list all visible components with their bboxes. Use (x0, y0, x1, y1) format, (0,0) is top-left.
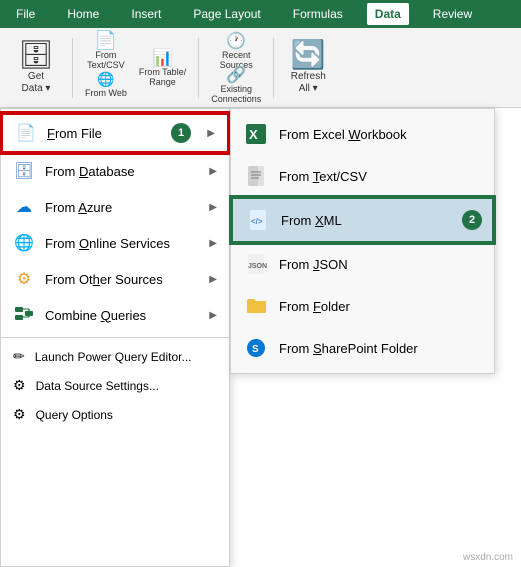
tab-data[interactable]: Data (367, 3, 409, 25)
refresh-all-button[interactable]: 🔄 RefreshAll ▾ (282, 32, 334, 104)
combine-queries-arrow: ▶ (209, 310, 217, 321)
get-data-button[interactable]: 🗄 GetData ▾ (8, 32, 64, 104)
from-online-services-label: From Online Services (45, 236, 199, 251)
sharepoint-folder-label: From SharePoint Folder (279, 341, 482, 356)
excel-workbook-icon: X (243, 121, 269, 147)
submenu-item-from-text-csv[interactable]: From Text/CSV (231, 155, 494, 197)
divider-2 (198, 38, 199, 98)
get-data-icon: 🗄 (18, 41, 54, 69)
existing-connections-label: ExistingConnections (211, 85, 261, 105)
from-azure-label: From Azure (45, 200, 199, 215)
tab-review[interactable]: Review (425, 3, 480, 25)
launch-power-query-label: Launch Power Query Editor... (35, 350, 192, 364)
launch-power-query-icon: ✏ (13, 348, 25, 365)
from-web-button[interactable]: 🌐 From Web (81, 68, 131, 102)
xml-icon: </> (245, 207, 271, 233)
menu-item-combine-queries[interactable]: Combine Queries ▶ (1, 297, 229, 333)
excel-workbook-label: From Excel Workbook (279, 127, 482, 142)
refresh-all-icon: 🔄 (291, 41, 326, 69)
folder-icon (243, 293, 269, 319)
existing-connections-icon: 🔗 (226, 65, 246, 85)
main-area: 📄 From File 1 ▶ 🗄 From Database ▶ ☁ From… (0, 108, 521, 567)
svg-text:X: X (249, 127, 258, 142)
left-dropdown-menu: 📄 From File 1 ▶ 🗄 From Database ▶ ☁ From… (0, 108, 230, 567)
badge-2: 2 (462, 210, 482, 230)
submenu-item-from-excel-workbook[interactable]: X From Excel Workbook (231, 113, 494, 155)
text-csv-sub-icon (243, 163, 269, 189)
menu-item-launch-power-query[interactable]: ✏ Launch Power Query Editor... (1, 342, 229, 371)
web-label: From Web (85, 88, 127, 98)
from-other-sources-arrow: ▶ (209, 274, 217, 285)
menu-item-data-source-settings[interactable]: ⚙ Data Source Settings... (1, 371, 229, 400)
recent-sources-button[interactable]: 🕐 RecentSources (207, 34, 265, 68)
data-source-settings-icon: ⚙ (13, 377, 26, 394)
menu-item-from-database[interactable]: 🗄 From Database ▶ (1, 153, 229, 189)
tab-insert[interactable]: Insert (123, 3, 169, 25)
from-database-label: From Database (45, 164, 199, 179)
from-table-range-button[interactable]: 📊 From Table/Range (135, 51, 190, 85)
sharepoint-icon: S (243, 335, 269, 361)
toolbar: 🗄 GetData ▾ 📄 FromText/CSV 🌐 From Web 📊 … (0, 28, 521, 108)
tab-home[interactable]: Home (59, 3, 107, 25)
menu-item-from-azure[interactable]: ☁ From Azure ▶ (1, 189, 229, 225)
right-submenu: X From Excel Workbook From Text/CSV </> … (230, 108, 495, 374)
query-options-icon: ⚙ (13, 406, 26, 423)
menu-item-from-file[interactable]: 📄 From File 1 ▶ (1, 113, 229, 153)
from-azure-icon: ☁ (13, 196, 35, 218)
from-database-icon: 🗄 (13, 160, 35, 182)
svg-text:</>: </> (251, 217, 263, 226)
ribbon: File Home Insert Page Layout Formulas Da… (0, 0, 521, 28)
divider-3 (273, 38, 274, 98)
table-range-icon: 📊 (153, 48, 173, 68)
from-other-sources-label: From Other Sources (45, 272, 199, 287)
submenu-item-from-xml[interactable]: </> From XML 2 (231, 197, 494, 243)
combine-queries-icon (13, 304, 35, 326)
badge-1: 1 (171, 123, 191, 143)
from-text-csv-button[interactable]: 📄 FromText/CSV (81, 34, 131, 68)
combine-queries-label: Combine Queries (45, 308, 199, 323)
svg-text:JSON: JSON (248, 263, 267, 270)
svg-text:S: S (252, 344, 259, 355)
submenu-item-from-json[interactable]: JSON From JSON (231, 243, 494, 285)
from-database-arrow: ▶ (209, 166, 217, 177)
text-csv-icon: 📄 (95, 30, 117, 51)
tab-page-layout[interactable]: Page Layout (185, 3, 268, 25)
tab-file[interactable]: File (8, 3, 43, 25)
json-icon: JSON (243, 251, 269, 277)
folder-label: From Folder (279, 299, 482, 314)
from-file-arrow: ▶ (207, 128, 215, 139)
menu-item-query-options[interactable]: ⚙ Query Options (1, 400, 229, 429)
from-online-services-icon: 🌐 (13, 232, 35, 254)
json-label: From JSON (279, 257, 482, 272)
menu-divider (1, 337, 229, 338)
menu-item-from-online-services[interactable]: 🌐 From Online Services ▶ (1, 225, 229, 261)
recent-existing-group: 🕐 RecentSources 🔗 ExistingConnections (207, 32, 265, 104)
from-other-sources-icon: ⚙ (13, 268, 35, 290)
get-data-label: GetData ▾ (22, 71, 51, 95)
submenu-item-from-sharepoint-folder[interactable]: S From SharePoint Folder (231, 327, 494, 369)
tab-formulas[interactable]: Formulas (285, 3, 351, 25)
text-csv-sub-label: From Text/CSV (279, 169, 482, 184)
data-source-settings-label: Data Source Settings... (36, 379, 159, 393)
divider-1 (72, 38, 73, 98)
from-file-icon: 📄 (15, 122, 37, 144)
web-icon: 🌐 (97, 71, 114, 88)
watermark: wsxdn.com (463, 552, 513, 563)
xml-label: From XML (281, 213, 480, 228)
refresh-all-label: RefreshAll ▾ (291, 71, 326, 95)
from-online-services-arrow: ▶ (209, 238, 217, 249)
from-text-csv-group: 📄 FromText/CSV 🌐 From Web (81, 32, 131, 104)
from-azure-arrow: ▶ (209, 202, 217, 213)
table-range-label: From Table/Range (139, 68, 186, 88)
from-table-range-group: 📊 From Table/Range (135, 32, 190, 104)
query-options-label: Query Options (36, 408, 113, 422)
existing-connections-button[interactable]: 🔗 ExistingConnections (207, 68, 265, 102)
menu-item-from-other-sources[interactable]: ⚙ From Other Sources ▶ (1, 261, 229, 297)
recent-sources-icon: 🕐 (226, 31, 246, 51)
submenu-item-from-folder[interactable]: From Folder (231, 285, 494, 327)
